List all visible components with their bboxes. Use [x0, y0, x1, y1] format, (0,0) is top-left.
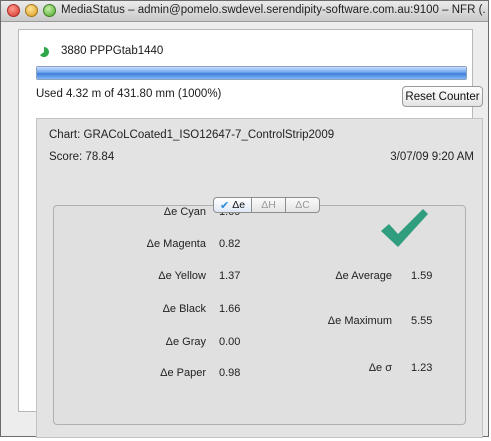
checkmark-icon: ✔ [219, 199, 230, 212]
progress-bar [36, 66, 467, 80]
metric-value-gray: 0.00 [219, 336, 241, 348]
metric-value-maximum: 5.55 [411, 315, 433, 327]
metric-segmented-control: ✔ Δe ΔH ΔC [213, 197, 320, 213]
tab-label: ΔH [261, 199, 276, 211]
metric-value-yellow: 1.37 [219, 270, 241, 282]
tab-label: Δe [232, 199, 246, 211]
checkmark-icon [381, 209, 428, 247]
metric-label-average: Δe Average [335, 270, 392, 282]
close-window-button[interactable] [7, 4, 20, 17]
media-status-window: MediaStatus – admin@pomelo.swdevel.seren… [0, 0, 489, 438]
score: Score: 78.84 [49, 151, 115, 163]
title-bar[interactable]: MediaStatus – admin@pomelo.swdevel.seren… [1, 1, 488, 22]
metric-label-paper: Δe Paper [160, 367, 206, 379]
metric-value-magenta: 0.82 [219, 238, 241, 250]
minimize-window-button[interactable] [25, 4, 38, 17]
activity-spinner-icon [40, 47, 49, 57]
metric-label-magenta: Δe Magenta [146, 238, 206, 250]
metric-value-paper: 0.98 [219, 367, 241, 379]
chart-name: Chart: GRACoLCoated1_ISO12647-7_ControlS… [49, 129, 335, 141]
usage-text: Used 4.32 m of 431.80 mm (1000%) [36, 88, 222, 100]
metric-label-black: Δe Black [162, 303, 206, 315]
zoom-window-button[interactable] [43, 4, 56, 17]
metric-label-gray: Δe Gray [165, 336, 206, 348]
tab-delta-c[interactable]: ΔC [286, 197, 320, 213]
metric-label-yellow: Δe Yellow [158, 270, 206, 282]
metric-label-maximum: Δe Maximum [327, 315, 392, 327]
reset-counter-button[interactable]: Reset Counter [402, 86, 483, 107]
metric-label-sigma: Δe σ [368, 362, 392, 374]
tab-label: ΔC [295, 199, 310, 211]
job-name: 3880 PPPGtab1440 [61, 45, 164, 57]
metric-label-cyan: Δe Cyan [163, 206, 206, 218]
metric-value-average: 1.59 [411, 270, 433, 282]
metric-value-black: 1.66 [219, 303, 241, 315]
tab-delta-h[interactable]: ΔH [252, 197, 286, 213]
tab-delta-e[interactable]: ✔ Δe [213, 197, 252, 213]
measurement-date: 3/07/09 9:20 AM [390, 151, 474, 163]
window-title: MediaStatus – admin@pomelo.swdevel.seren… [61, 4, 486, 16]
metric-value-sigma: 1.23 [411, 362, 433, 374]
progress-fill [37, 67, 466, 79]
